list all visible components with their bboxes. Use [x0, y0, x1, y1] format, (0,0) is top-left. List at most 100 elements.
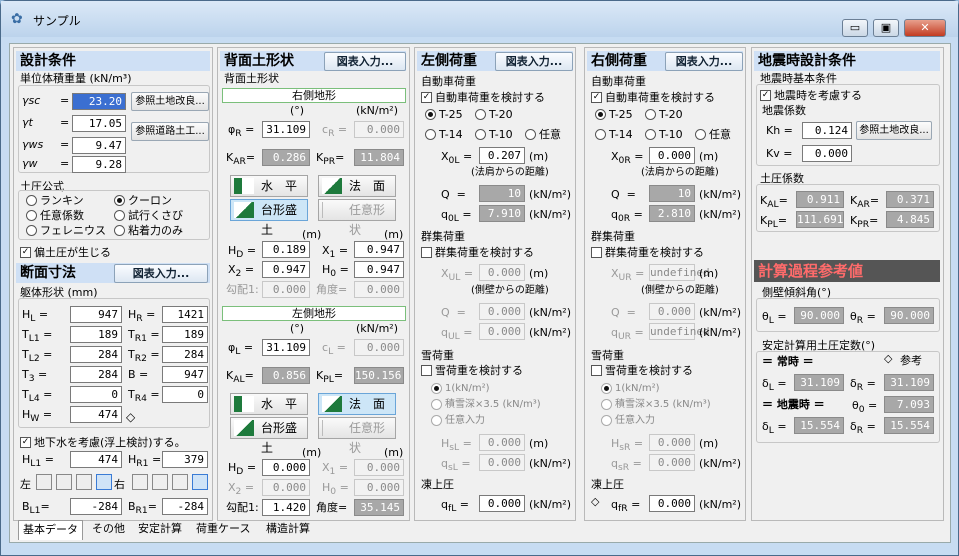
ref-land-button-1[interactable]: 参照土地改良...: [131, 92, 209, 111]
dim-input-tl2[interactable]: 284: [70, 346, 122, 363]
right-x0-input[interactable]: 0.000: [649, 147, 695, 164]
right-radio-0[interactable]: [595, 109, 606, 120]
x1-input[interactable]: 0.947: [354, 241, 404, 258]
bl1-input[interactable]: -284: [70, 498, 122, 515]
gamma-sc-input[interactable]: 23.20: [72, 93, 126, 110]
left-qu-input[interactable]: 0.000: [479, 323, 525, 340]
bank-button-r[interactable]: 台形盛土: [230, 199, 308, 237]
close-button[interactable]: ✕: [904, 19, 946, 37]
radio-arbitrary[interactable]: [26, 210, 37, 221]
left-q2-input[interactable]: 0.000: [479, 303, 525, 320]
left-radio-0[interactable]: [425, 109, 436, 120]
left-hs-input[interactable]: 0.000: [479, 434, 525, 451]
kh-input[interactable]: 0.124: [802, 122, 852, 139]
section-chart-button[interactable]: 図表入力...: [114, 264, 208, 283]
x1-input-l[interactable]: 0.000: [354, 459, 404, 476]
gamma-t-input[interactable]: 17.05: [72, 115, 126, 132]
x2-input[interactable]: 0.947: [262, 261, 310, 278]
wall-right-2-icon[interactable]: [152, 474, 168, 490]
right-snow-checkbox[interactable]: [591, 365, 602, 376]
dim-input-hl[interactable]: 947: [70, 306, 122, 323]
tab-2[interactable]: 安定計算: [134, 520, 186, 540]
wall-left-4-icon[interactable]: [96, 474, 112, 490]
dim-input-tl4[interactable]: 0: [70, 386, 122, 403]
slope-button-l[interactable]: 法 面: [318, 393, 396, 415]
kv-input[interactable]: 0.000: [802, 145, 852, 162]
wall-left-2-icon[interactable]: [56, 474, 72, 490]
left-group-checkbox[interactable]: [421, 247, 432, 258]
right-snow-radio-1[interactable]: [601, 399, 612, 410]
right-radio-4[interactable]: [695, 129, 706, 140]
right-xu-input[interactable]: undefined: [649, 264, 710, 281]
dim-input-t3[interactable]: 284: [70, 366, 122, 383]
reference-label[interactable]: 参考: [900, 354, 922, 368]
tab-3[interactable]: 荷重ケース: [192, 520, 254, 540]
left-car-checkbox[interactable]: ✓: [421, 92, 432, 103]
flat-button-r[interactable]: 水 平: [230, 175, 308, 197]
wall-right-4-icon[interactable]: [192, 474, 208, 490]
left-snow-radio-0[interactable]: [431, 383, 442, 394]
slope-button-r[interactable]: 法 面: [318, 175, 396, 197]
bank-button-l[interactable]: 台形盛土: [230, 417, 308, 455]
grad-input-l[interactable]: 1.420: [262, 499, 310, 516]
ref-road-button[interactable]: 参照道路土工...: [131, 122, 209, 141]
right-group-checkbox[interactable]: [591, 247, 602, 258]
left-snow-radio-1[interactable]: [431, 399, 442, 410]
left-qs-input[interactable]: 0.000: [479, 454, 525, 471]
right-radio-3[interactable]: [645, 129, 656, 140]
radio-rankine[interactable]: [26, 195, 37, 206]
radio-fellenius[interactable]: [26, 225, 37, 236]
right-radio-2[interactable]: [595, 129, 606, 140]
dim-input-tr4[interactable]: 0: [162, 386, 208, 403]
right-radio-1[interactable]: [645, 109, 656, 120]
wall-right-1-icon[interactable]: [132, 474, 148, 490]
br1-input[interactable]: -284: [162, 498, 208, 515]
h0-input[interactable]: 0.947: [354, 261, 404, 278]
eccentric-checkbox[interactable]: ✓: [20, 247, 31, 258]
reference-icon[interactable]: ◇: [884, 352, 892, 365]
dim-input-b[interactable]: 947: [162, 366, 208, 383]
right-qu-input[interactable]: undefined: [649, 323, 710, 340]
radio-cohesion[interactable]: [114, 225, 125, 236]
tab-4[interactable]: 構造計算: [262, 520, 314, 540]
wall-right-3-icon[interactable]: [172, 474, 188, 490]
right-qf-input[interactable]: 0.000: [649, 495, 695, 512]
maximize-button[interactable]: ▣: [873, 19, 899, 37]
radio-coulomb[interactable]: [114, 195, 125, 206]
wall-left-1-icon[interactable]: [36, 474, 52, 490]
right-car-checkbox[interactable]: ✓: [591, 92, 602, 103]
angle-input-r[interactable]: 0.000: [354, 281, 404, 298]
gamma-w-input[interactable]: 9.28: [72, 156, 126, 173]
left-load-chart-button[interactable]: 図表入力...: [495, 52, 573, 71]
right-hs-input[interactable]: 0.000: [649, 434, 695, 451]
left-radio-3[interactable]: [475, 129, 486, 140]
seismic-checkbox[interactable]: ✓: [760, 90, 771, 101]
dim-input-hw[interactable]: 474: [70, 406, 122, 423]
left-snow-radio-2[interactable]: [431, 415, 442, 426]
left-xu-input[interactable]: 0.000: [479, 264, 525, 281]
phi-r-input[interactable]: 31.109: [262, 121, 310, 138]
dim-input-tr1[interactable]: 189: [162, 326, 208, 343]
left-snow-checkbox[interactable]: [421, 365, 432, 376]
radio-trial-wedge[interactable]: [114, 210, 125, 221]
left-radio-1[interactable]: [475, 109, 486, 120]
grad-input-r[interactable]: 0.000: [262, 281, 310, 298]
x2-input-l[interactable]: 0.000: [262, 479, 310, 496]
seismic-ref-button[interactable]: 参照土地改良...: [856, 121, 932, 140]
right-qs-input[interactable]: 0.000: [649, 454, 695, 471]
tab-1[interactable]: その他: [88, 520, 129, 540]
eraser-icon[interactable]: ◇: [126, 410, 135, 424]
back-soil-chart-button[interactable]: 図表入力...: [324, 52, 406, 71]
right-q2-input[interactable]: 0.000: [649, 303, 695, 320]
right-load-chart-button[interactable]: 図表入力...: [665, 52, 743, 71]
left-radio-4[interactable]: [525, 129, 536, 140]
left-x0-input[interactable]: 0.207: [479, 147, 525, 164]
left-qf-input[interactable]: 0.000: [479, 495, 525, 512]
c-l-input[interactable]: 0.000: [354, 339, 404, 356]
c-r-input[interactable]: 0.000: [354, 121, 404, 138]
groundwater-checkbox[interactable]: ✓: [20, 437, 31, 448]
minimize-button[interactable]: ▭: [842, 19, 868, 37]
right-snow-radio-2[interactable]: [601, 415, 612, 426]
free-button-l[interactable]: 任意形状: [318, 417, 396, 455]
left-radio-2[interactable]: [425, 129, 436, 140]
